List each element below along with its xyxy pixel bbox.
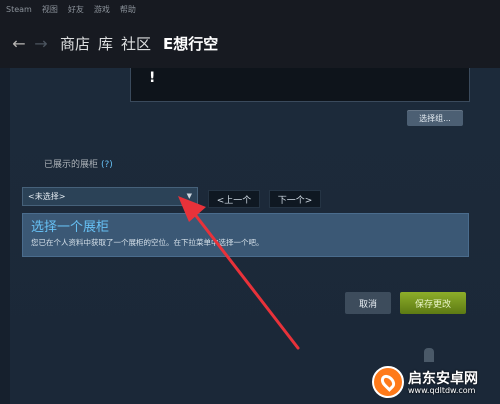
menu-item-games[interactable]: 游戏 bbox=[94, 4, 110, 15]
watermark-name: 启东安卓网 bbox=[408, 371, 478, 387]
menu-item-view[interactable]: 视图 bbox=[42, 4, 58, 15]
nav-link-library[interactable]: 库 bbox=[98, 33, 113, 54]
watermark-logo-icon bbox=[372, 366, 404, 398]
nav-link-community[interactable]: 社区 bbox=[121, 33, 151, 54]
showcase-info-panel: 选择一个展柜 您已在个人资料中获取了一个展柜的空位。在下拉菜单中选择一个吧。 bbox=[22, 213, 469, 257]
menu-item-steam[interactable]: Steam bbox=[6, 5, 32, 14]
nav-bar: ← → 商店 库 社区 E想行空 bbox=[0, 18, 500, 68]
showcase-preview: ! bbox=[130, 68, 470, 102]
info-title: 选择一个展柜 bbox=[31, 220, 110, 235]
prev-showcase-button[interactable]: <上一个 bbox=[208, 190, 260, 208]
next-showcase-button[interactable]: 下一个> bbox=[269, 190, 321, 208]
nav-username[interactable]: E想行空 bbox=[163, 33, 218, 54]
save-changes-button[interactable]: 保存更改 bbox=[400, 292, 466, 314]
menu-item-help[interactable]: 帮助 bbox=[120, 4, 136, 15]
select-group-button[interactable]: 选择组... bbox=[407, 110, 463, 126]
nav-link-store[interactable]: 商店 bbox=[60, 33, 90, 54]
menu-bar: Steam 视图 好友 游戏 帮助 bbox=[0, 0, 500, 18]
watermark-url: www.qdltdw.com bbox=[408, 386, 476, 395]
left-gutter bbox=[0, 68, 10, 404]
showcase-label-row: 已展示的展柜 (?) bbox=[44, 157, 113, 170]
menu-item-friends[interactable]: 好友 bbox=[68, 4, 84, 15]
exclamation-icon: ! bbox=[149, 70, 156, 86]
showcase-dropdown[interactable]: <未选择> ▼ bbox=[22, 187, 198, 206]
help-link[interactable]: (?) bbox=[101, 160, 113, 170]
showcase-label: 已展示的展柜 bbox=[44, 160, 99, 170]
dropdown-caret-icon: ▼ bbox=[186, 192, 192, 200]
dropdown-value: <未选择> bbox=[28, 192, 66, 201]
forward-arrow-icon[interactable]: → bbox=[30, 34, 52, 53]
back-arrow-icon[interactable]: ← bbox=[8, 34, 30, 53]
cancel-button[interactable]: 取消 bbox=[345, 292, 391, 314]
info-description: 您已在个人资料中获取了一个展柜的空位。在下拉菜单中选择一个吧。 bbox=[31, 238, 264, 247]
background-figure bbox=[424, 348, 434, 362]
